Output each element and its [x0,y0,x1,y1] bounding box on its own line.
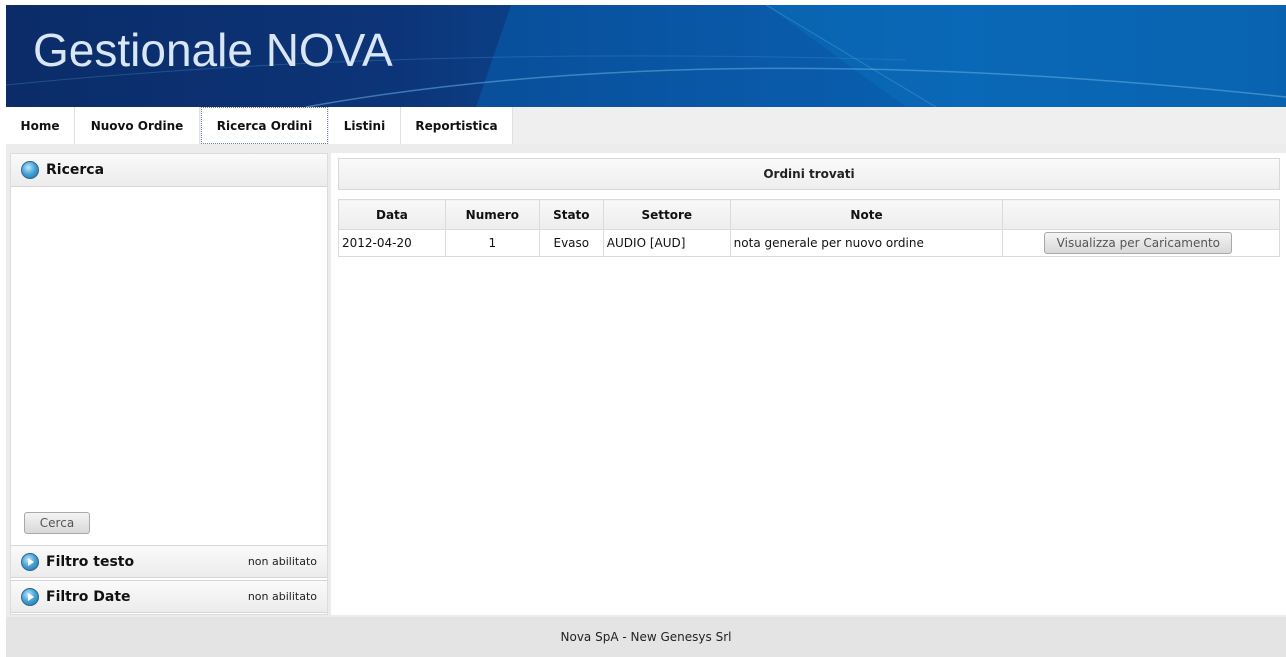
table-header-row: Data Numero Stato Settore Note [338,199,1280,230]
column-header-numero[interactable]: Numero [444,199,540,230]
circle-arrow-icon [21,161,39,179]
results-table: Data Numero Stato Settore Note 2012-04-2… [338,199,1280,257]
app-title: Gestionale NOVA [33,24,393,76]
search-panel-title: Ricerca [46,162,105,178]
column-header-stato[interactable]: Stato [538,199,604,230]
search-panel-header[interactable]: Ricerca [11,154,327,187]
table-row: 2012-04-20 1 Evaso AUDIO [AUD] nota gene… [338,229,1280,257]
search-button[interactable]: Cerca [24,512,90,534]
circle-arrow-icon [21,587,39,606]
circle-arrow-icon [21,552,39,571]
view-for-loading-button[interactable]: Visualizza per Caricamento [1044,232,1233,254]
text-filter-header[interactable]: Filtro testo non abilitato [11,545,327,578]
footer: Nova SpA - New Genesys Srl [6,617,1286,657]
app-header: Gestionale NOVA [6,5,1286,107]
column-header-actions [1002,199,1280,230]
cell-note: nota generale per nuovo ordine [729,229,1004,257]
date-filter-title: Filtro Date [46,588,131,605]
cell-settore: AUDIO [AUD] [602,229,731,257]
tab-nuovo-ordine[interactable]: Nuovo Ordine [75,107,200,144]
date-filter-header[interactable]: Filtro Date non abilitato [11,580,327,613]
column-header-data[interactable]: Data [338,199,446,230]
main-nav: Home Nuovo Ordine Ricerca Ordini Listini… [6,107,1286,144]
search-sidebar: Ricerca Cerca Filtro testo non abilitato… [10,153,328,615]
date-filter-status: non abilitato [247,590,317,603]
column-header-note[interactable]: Note [729,199,1004,230]
cell-data: 2012-04-20 [338,229,446,257]
text-filter-title: Filtro testo [46,553,135,570]
tab-home[interactable]: Home [6,107,75,144]
cell-numero: 1 [444,229,540,257]
tab-ricerca-ordini[interactable]: Ricerca Ordini [201,107,328,144]
column-header-settore[interactable]: Settore [602,199,731,230]
results-area: Ordini trovati Data Numero Stato Settore… [331,153,1286,615]
tab-listini[interactable]: Listini [329,107,401,144]
cell-stato: Evaso [538,229,604,257]
tab-reportistica[interactable]: Reportistica [401,107,513,144]
cell-actions: Visualizza per Caricamento [1002,229,1280,257]
results-title: Ordini trovati [338,158,1280,190]
app-page: Gestionale NOVA Home Nuovo Ordine Ricerc… [6,5,1286,657]
text-filter-status: non abilitato [247,555,317,568]
